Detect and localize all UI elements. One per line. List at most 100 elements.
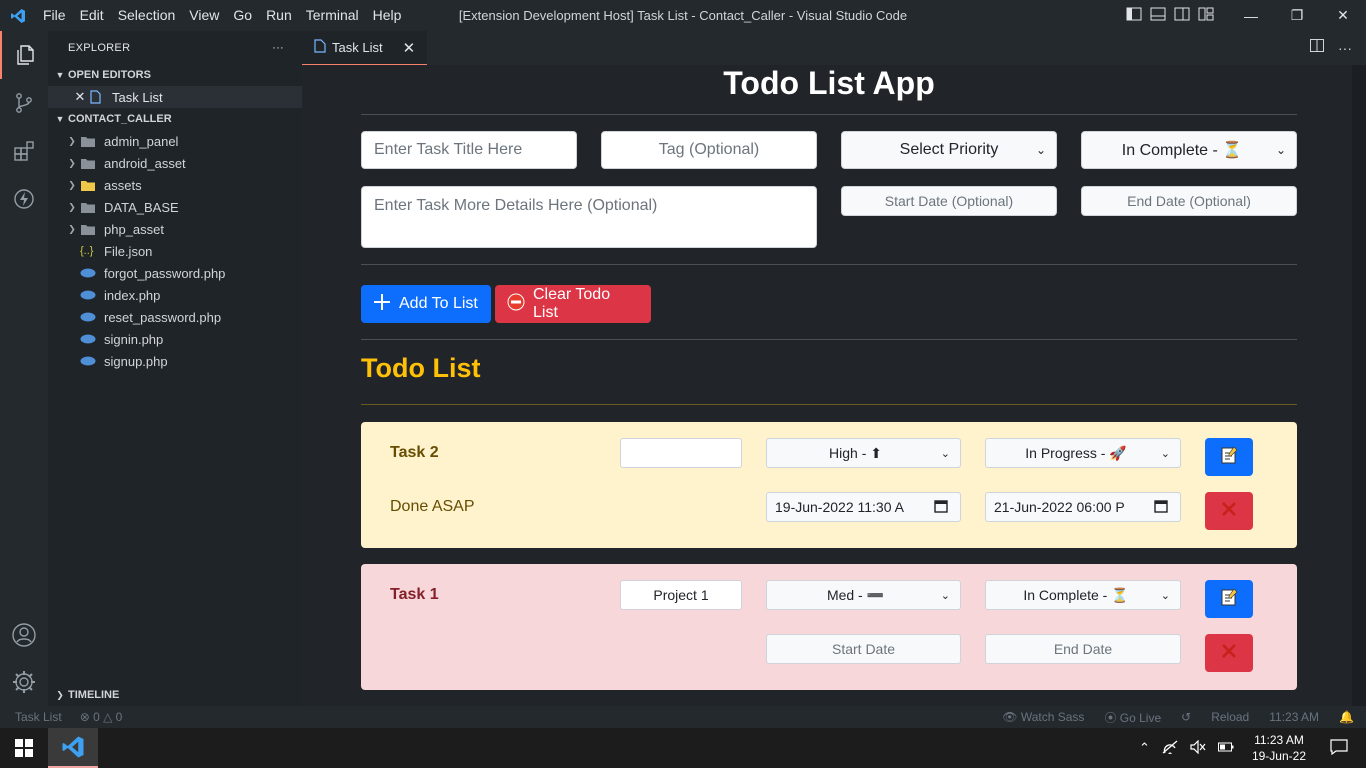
- chevron-right-icon: ❯: [56, 689, 64, 700]
- folder-assets[interactable]: ❯ assets: [48, 174, 302, 196]
- tab-task-list[interactable]: Task List ✕: [302, 31, 428, 65]
- chevron-down-icon: ⌄: [940, 447, 950, 460]
- toggle-panel-icon[interactable]: [1150, 7, 1166, 24]
- volume-muted-icon[interactable]: [1190, 739, 1206, 757]
- folder-admin-panel[interactable]: ❯ admin_panel: [48, 130, 302, 152]
- battery-icon[interactable]: [1217, 741, 1234, 756]
- more-actions-icon[interactable]: ···: [1338, 40, 1352, 56]
- file-label: signup.php: [104, 353, 168, 369]
- folder-android-asset[interactable]: ❯ android_asset: [48, 152, 302, 174]
- toggle-secondary-sidebar-icon[interactable]: [1174, 7, 1190, 24]
- priority-select[interactable]: Select Priority ⌄: [841, 131, 1057, 169]
- taskbar-vscode-icon[interactable]: [48, 728, 98, 768]
- task-tag-input[interactable]: [620, 438, 742, 468]
- status-task-list[interactable]: Task List: [15, 710, 62, 724]
- task-title-input[interactable]: Enter Task Title Here: [361, 131, 577, 169]
- lightning-icon[interactable]: [0, 175, 48, 223]
- clear-button-label: Clear Todo List: [533, 286, 611, 321]
- close-window-button[interactable]: ✕: [1320, 7, 1366, 24]
- wifi-icon[interactable]: [1162, 740, 1178, 757]
- edit-task-button[interactable]: [1205, 438, 1253, 476]
- file-icon: [88, 90, 110, 104]
- task-start-date[interactable]: Start Date: [766, 634, 961, 664]
- taskbar-date: 19-Jun-22: [1251, 749, 1306, 763]
- task-status-select[interactable]: In Complete - ⏳ ⌄: [985, 580, 1181, 610]
- task-tag-input[interactable]: Project 1: [620, 580, 742, 610]
- account-icon[interactable]: [0, 611, 48, 659]
- open-editor-label: Task List: [112, 89, 163, 105]
- file-reset-password[interactable]: reset_password.php: [48, 306, 302, 328]
- task-end-date[interactable]: 21-Jun-2022 06:00 P: [985, 492, 1181, 522]
- file-forgot-password[interactable]: forgot_password.php: [48, 262, 302, 284]
- task-priority-select[interactable]: Med - ➖ ⌄: [766, 580, 961, 610]
- notifications-icon[interactable]: [1330, 738, 1348, 758]
- chevron-up-icon[interactable]: ⌃: [1139, 740, 1150, 756]
- watch-sass-button[interactable]: 👁 Watch Sass: [1002, 710, 1084, 724]
- customize-layout-icon[interactable]: [1198, 7, 1214, 24]
- file-signin[interactable]: signin.php: [48, 328, 302, 350]
- extensions-icon[interactable]: [0, 127, 48, 175]
- source-control-icon[interactable]: [0, 79, 48, 127]
- task-priority-select[interactable]: High - ⬆ ⌄: [766, 438, 961, 468]
- reload-button[interactable]: Reload: [1211, 710, 1249, 724]
- menu-help[interactable]: Help: [366, 0, 409, 31]
- windows-start-icon[interactable]: [0, 728, 48, 768]
- menu-go[interactable]: Go: [226, 0, 259, 31]
- toggle-sidebar-icon[interactable]: [1126, 7, 1142, 24]
- tab-close-icon[interactable]: ✕: [403, 39, 416, 57]
- folder-data-base[interactable]: ❯ DATA_BASE: [48, 196, 302, 218]
- explorer-icon[interactable]: [0, 31, 48, 79]
- edit-task-button[interactable]: [1205, 580, 1253, 618]
- minimize-button[interactable]: —: [1228, 8, 1274, 24]
- settings-gear-icon[interactable]: [0, 658, 48, 706]
- history-icon[interactable]: ↺: [1181, 710, 1191, 724]
- menu-view[interactable]: View: [182, 0, 226, 31]
- task-card: Task 1 Project 1 Med - ➖ ⌄ In Complete -…: [361, 564, 1297, 690]
- file-signup[interactable]: signup.php: [48, 350, 302, 372]
- chevron-down-icon: ⌄: [1035, 143, 1046, 157]
- menu-run[interactable]: Run: [259, 0, 299, 31]
- project-section[interactable]: ▼ CONTACT_CALLER: [48, 108, 302, 130]
- end-date-input[interactable]: End Date (Optional): [1081, 186, 1297, 216]
- open-editors-section[interactable]: ▼ OPEN EDITORS: [48, 64, 302, 86]
- task-start-date[interactable]: 19-Jun-2022 11:30 A: [766, 492, 961, 522]
- folder-php-asset[interactable]: ❯ php_asset: [48, 218, 302, 240]
- status-select[interactable]: In Complete - ⏳ ⌄: [1081, 131, 1297, 169]
- priority-select-value: Select Priority: [899, 141, 999, 158]
- clear-todo-list-button[interactable]: Clear Todo List: [495, 285, 651, 323]
- chevron-down-icon: ⌄: [940, 589, 950, 602]
- task-details-textarea[interactable]: Enter Task More Details Here (Optional): [361, 186, 817, 248]
- menu-edit[interactable]: Edit: [73, 0, 111, 31]
- file-index[interactable]: index.php: [48, 284, 302, 306]
- menu-terminal[interactable]: Terminal: [299, 0, 366, 31]
- restore-button[interactable]: ❐: [1274, 7, 1320, 24]
- add-to-list-button[interactable]: Add To List: [361, 285, 491, 323]
- divider: [361, 264, 1297, 265]
- problems-indicator[interactable]: ⊗ 0 △ 0: [80, 710, 123, 724]
- no-entry-icon: [507, 293, 525, 316]
- tag-input[interactable]: Tag (Optional): [601, 131, 817, 169]
- go-live-button[interactable]: ⦿ Go Live: [1104, 709, 1161, 726]
- delete-task-button[interactable]: [1205, 634, 1253, 672]
- task-status-select[interactable]: In Progress - 🚀 ⌄: [985, 438, 1181, 468]
- task-end-date[interactable]: End Date: [985, 634, 1181, 664]
- calendar-icon[interactable]: [1154, 499, 1168, 516]
- menu-selection[interactable]: Selection: [111, 0, 183, 31]
- split-editor-icon[interactable]: [1310, 39, 1324, 57]
- file-json[interactable]: {..} File.json: [48, 240, 302, 262]
- open-editor-task-list[interactable]: ✕ Task List: [48, 86, 302, 108]
- scrollbar[interactable]: [1352, 65, 1366, 706]
- close-icon[interactable]: ✕: [72, 89, 88, 105]
- php-file-icon: [80, 334, 102, 344]
- more-actions-icon[interactable]: ···: [272, 42, 284, 54]
- notifications-bell-icon[interactable]: 🔔: [1339, 710, 1354, 724]
- memo-icon: [1219, 587, 1239, 612]
- menu-file[interactable]: File: [36, 0, 73, 31]
- start-date-input[interactable]: Start Date (Optional): [841, 186, 1057, 216]
- calendar-icon[interactable]: [934, 499, 948, 516]
- delete-task-button[interactable]: [1205, 492, 1253, 530]
- taskbar-clock[interactable]: 11:23 AM 19-Jun-22: [1252, 732, 1306, 764]
- file-label: File.json: [104, 243, 153, 259]
- timeline-section[interactable]: ❯ TIMELINE: [48, 684, 302, 706]
- status-select-value: In Complete - ⏳: [1121, 142, 1243, 159]
